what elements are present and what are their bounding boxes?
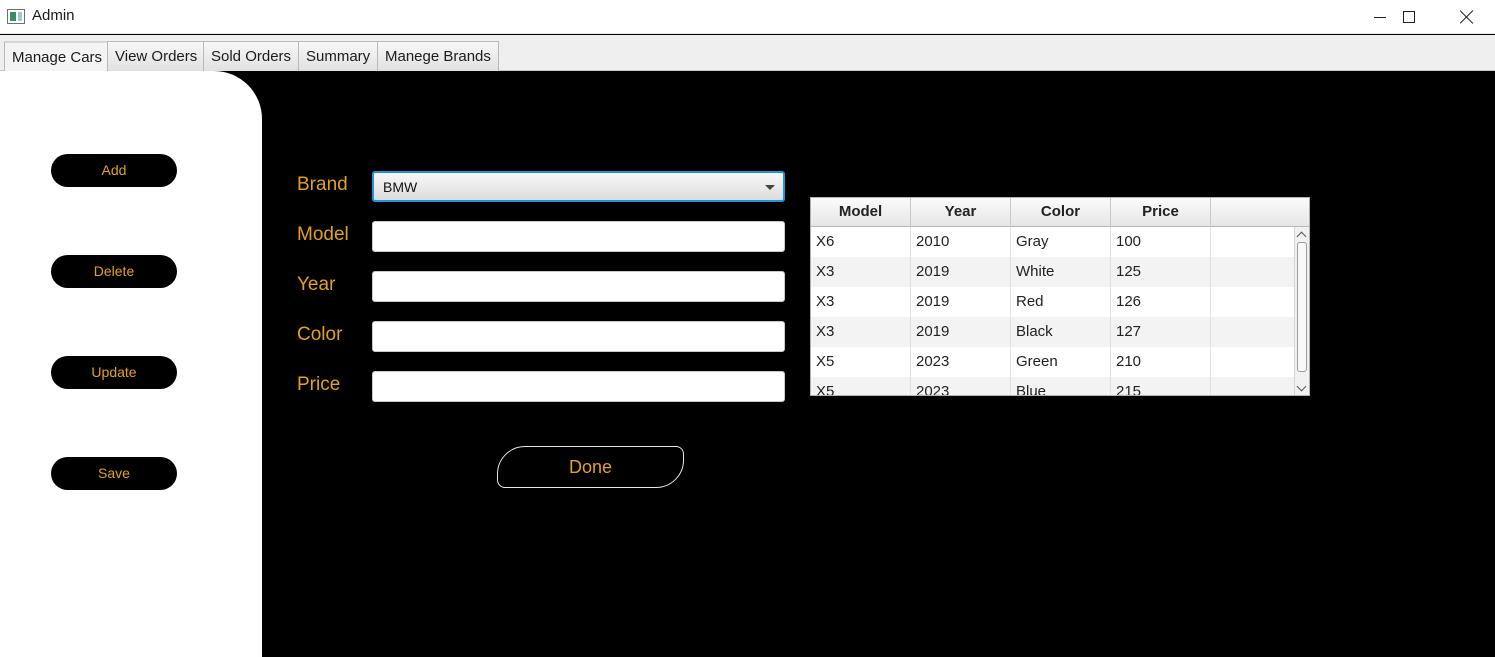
tab-summary[interactable]: Summary xyxy=(298,41,379,71)
column-header-filler xyxy=(1211,198,1309,227)
column-header-price[interactable]: Price xyxy=(1111,198,1211,227)
cell-year: 2010 xyxy=(911,227,1011,257)
brand-label: Brand xyxy=(297,174,348,195)
color-label: Color xyxy=(297,324,343,345)
cell-year: 2019 xyxy=(911,257,1011,287)
scroll-thumb[interactable] xyxy=(1297,242,1307,372)
row-filler xyxy=(1211,377,1295,395)
table-header: Model Year Color Price xyxy=(811,198,1309,227)
table-body: X6 2010 Gray 100 X3 2019 White 125 X3 20… xyxy=(811,227,1295,395)
cell-price: 215 xyxy=(1111,377,1211,395)
row-filler xyxy=(1211,317,1295,347)
cell-model: X3 xyxy=(811,257,911,287)
scroll-up-icon[interactable] xyxy=(1296,231,1307,242)
row-filler xyxy=(1211,227,1295,257)
cell-price: 126 xyxy=(1111,287,1211,317)
year-label: Year xyxy=(297,274,336,295)
cell-model: X5 xyxy=(811,377,911,395)
cell-color: Gray xyxy=(1011,227,1111,257)
table-row[interactable]: X5 2023 Green 210 xyxy=(811,347,1295,377)
cell-model: X3 xyxy=(811,287,911,317)
cell-color: Black xyxy=(1011,317,1111,347)
model-label: Model xyxy=(297,224,349,245)
tab-sold-orders[interactable]: Sold Orders xyxy=(203,41,300,71)
add-button[interactable]: Add xyxy=(51,154,177,187)
row-filler xyxy=(1211,287,1295,317)
delete-button[interactable]: Delete xyxy=(51,255,177,288)
table-vertical-scrollbar[interactable] xyxy=(1294,227,1309,395)
save-button[interactable]: Save xyxy=(51,457,177,490)
close-icon xyxy=(1460,10,1474,24)
cell-color: White xyxy=(1011,257,1111,287)
table-row[interactable]: X5 2023 Blue 215 xyxy=(811,377,1295,395)
close-button[interactable] xyxy=(1438,0,1495,34)
chevron-down-icon xyxy=(765,185,775,190)
brand-selected-value: BMW xyxy=(383,179,418,195)
cell-price: 210 xyxy=(1111,347,1211,377)
done-button[interactable]: Done xyxy=(497,446,684,488)
tab-strip: Manage Cars View Orders Sold Orders Summ… xyxy=(0,35,1495,72)
table-row[interactable]: X3 2019 Black 127 xyxy=(811,317,1295,347)
window-title: Admin xyxy=(32,7,75,24)
cell-price: 125 xyxy=(1111,257,1211,287)
cell-model: X6 xyxy=(811,227,911,257)
sidebar: Add Delete Update Save xyxy=(0,71,262,657)
column-header-color[interactable]: Color xyxy=(1011,198,1111,227)
maximize-button[interactable] xyxy=(1380,0,1438,34)
cell-price: 100 xyxy=(1111,227,1211,257)
cell-model: X5 xyxy=(811,347,911,377)
cell-model: X3 xyxy=(811,317,911,347)
table-row[interactable]: X6 2010 Gray 100 xyxy=(811,227,1295,257)
price-label: Price xyxy=(297,374,341,395)
row-filler xyxy=(1211,257,1295,287)
price-field[interactable] xyxy=(372,371,785,402)
scroll-down-icon[interactable] xyxy=(1296,381,1307,392)
maximize-icon xyxy=(1403,11,1415,23)
cell-color: Green xyxy=(1011,347,1111,377)
cell-color: Red xyxy=(1011,287,1111,317)
cell-year: 2019 xyxy=(911,317,1011,347)
title-bar: Admin xyxy=(0,0,1495,34)
table-row[interactable]: X3 2019 White 125 xyxy=(811,257,1295,287)
model-field[interactable] xyxy=(372,221,785,252)
cell-year: 2023 xyxy=(911,377,1011,395)
tab-manege-brands[interactable]: Manege Brands xyxy=(377,41,499,71)
brand-combobox[interactable]: BMW xyxy=(372,171,785,202)
row-filler xyxy=(1211,347,1295,377)
cell-color: Blue xyxy=(1011,377,1111,395)
tab-view-orders[interactable]: View Orders xyxy=(107,41,206,71)
app-window-icon xyxy=(7,9,25,24)
cars-table[interactable]: Model Year Color Price X6 2010 Gray 100 … xyxy=(810,197,1310,396)
table-row[interactable]: X3 2019 Red 126 xyxy=(811,287,1295,317)
column-header-year[interactable]: Year xyxy=(911,198,1011,227)
color-field[interactable] xyxy=(372,321,785,352)
cell-year: 2023 xyxy=(911,347,1011,377)
tab-manage-cars[interactable]: Manage Cars xyxy=(4,41,111,72)
column-header-model[interactable]: Model xyxy=(811,198,911,227)
cell-price: 127 xyxy=(1111,317,1211,347)
update-button[interactable]: Update xyxy=(51,356,177,389)
year-field[interactable] xyxy=(372,271,785,302)
cell-year: 2019 xyxy=(911,287,1011,317)
